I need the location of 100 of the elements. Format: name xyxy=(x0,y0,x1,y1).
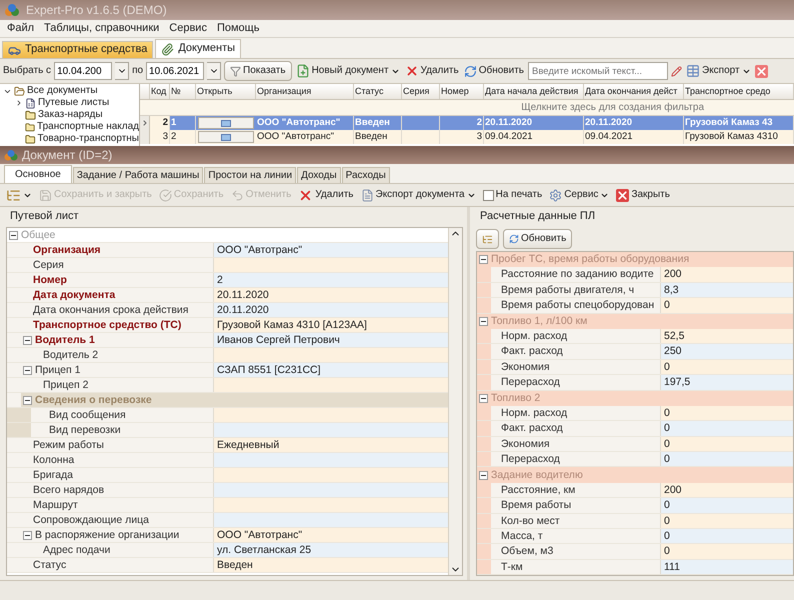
export-button[interactable]: Экспорт документа xyxy=(360,185,477,205)
collapse-icon[interactable] xyxy=(479,255,488,264)
collapse-icon[interactable] xyxy=(23,336,32,344)
column-header[interactable]: Транспортное средо xyxy=(684,84,794,99)
value-field[interactable]: 111 xyxy=(661,560,793,574)
column-header[interactable]: Дата начала действия xyxy=(484,84,584,99)
show-button[interactable]: Показать xyxy=(224,61,292,81)
open-button[interactable] xyxy=(198,117,254,129)
checkbox[interactable] xyxy=(482,190,494,200)
expand-icon[interactable] xyxy=(15,99,23,107)
value-field[interactable] xyxy=(214,483,448,497)
value-field[interactable] xyxy=(214,468,448,482)
table-row[interactable]: 2 1 ООО "Автотранс" Введен 2 20.11.2020 20.11.2020 Грузовой Камаз 43 xyxy=(140,116,794,130)
tab[interactable]: Основное xyxy=(4,165,72,183)
tree-item[interactable]: Транспортные наклад xyxy=(37,121,139,133)
value-field[interactable] xyxy=(214,258,448,272)
menu-item[interactable]: Файл xyxy=(2,22,40,36)
menu-item[interactable]: Помощь xyxy=(212,22,264,36)
value-field[interactable]: Введен xyxy=(214,558,448,572)
value-field[interactable]: 0 xyxy=(661,529,793,544)
column-header[interactable]: Дата окончания дейст xyxy=(584,84,684,99)
delete-button[interactable]: Удалить xyxy=(404,61,460,81)
filter-row[interactable]: Щелкните здесь для создания фильтра xyxy=(140,100,794,116)
search-field[interactable]: Введите искомый текст... xyxy=(528,62,668,80)
date-field[interactable]: 10.04.200 xyxy=(54,62,112,80)
menu-item[interactable]: Таблицы, справочники xyxy=(39,22,164,36)
column-header[interactable]: Статус xyxy=(354,84,402,99)
service-button[interactable]: Сервис xyxy=(548,185,610,205)
collapse-icon[interactable] xyxy=(479,316,488,326)
value-field[interactable]: Грузовой Камаз 4310 [А123АА] xyxy=(214,318,448,332)
tree-button[interactable] xyxy=(476,229,499,249)
collapse-icon[interactable] xyxy=(479,470,488,480)
row-marker[interactable] xyxy=(140,116,150,130)
value-field[interactable]: 200 xyxy=(661,482,793,498)
scrollbar[interactable] xyxy=(448,228,462,575)
tab[interactable]: Документы xyxy=(155,39,242,58)
value-field[interactable]: 197,5 xyxy=(661,375,793,390)
column-header[interactable]: Номер xyxy=(440,84,484,99)
tree-item[interactable]: Путевые листы xyxy=(38,97,110,109)
table-row[interactable]: 3 2 ООО "Автотранс" Введен 3 09.04.2021 09.04.2021 Грузовой Камаз 4310 xyxy=(140,130,794,144)
open-button[interactable] xyxy=(198,131,254,143)
value-field[interactable] xyxy=(214,423,448,437)
tab[interactable]: Задание / Работа машины xyxy=(72,167,204,183)
value-field[interactable]: ООО "Автотранс" xyxy=(214,243,448,257)
tab[interactable]: Доходы xyxy=(297,167,341,183)
column-header[interactable]: № xyxy=(170,84,196,99)
date-field[interactable]: 10.06.2021 xyxy=(146,62,204,80)
collapse-icon[interactable] xyxy=(23,396,32,404)
tree-item[interactable]: Все документы xyxy=(27,85,98,97)
value-field[interactable]: 8,3 xyxy=(661,282,793,298)
export-button[interactable]: Экспорт xyxy=(685,61,752,81)
value-field[interactable]: Ежедневный xyxy=(214,438,448,452)
value-field[interactable]: СЗАП 8551 [С231СС] xyxy=(214,363,448,377)
value-field[interactable]: 0 xyxy=(661,544,793,559)
row-marker[interactable] xyxy=(140,130,150,144)
menu-item[interactable]: Сервис xyxy=(164,22,212,36)
value-field[interactable]: Иванов Сергей Петрович xyxy=(214,333,448,347)
value-field[interactable]: 0 xyxy=(661,436,793,452)
value-field[interactable]: 0 xyxy=(661,298,793,313)
column-header[interactable]: Серия xyxy=(402,84,440,99)
value-field[interactable] xyxy=(214,408,448,422)
new-document-button[interactable]: Новый документ xyxy=(294,61,401,81)
value-field[interactable] xyxy=(214,348,448,362)
value-field[interactable] xyxy=(214,498,448,512)
close-icon[interactable] xyxy=(754,64,768,78)
value-field[interactable] xyxy=(214,513,448,527)
value-field[interactable]: 2 xyxy=(214,273,448,287)
column-header[interactable]: Организация xyxy=(256,84,354,99)
print-checkbox[interactable]: На печать xyxy=(482,185,544,205)
close-button[interactable]: Закрыть xyxy=(615,185,671,205)
pencil-icon[interactable] xyxy=(671,66,682,76)
value-field[interactable]: 0 xyxy=(661,498,793,513)
value-field[interactable]: 0 xyxy=(661,360,793,374)
value-field[interactable]: 250 xyxy=(661,344,793,359)
value-field[interactable]: 0 xyxy=(661,514,793,528)
value-field[interactable] xyxy=(214,453,448,467)
value-field[interactable] xyxy=(214,378,448,392)
value-field[interactable]: 200 xyxy=(661,267,793,282)
dropdown-button[interactable] xyxy=(115,62,130,80)
column-header[interactable]: Код xyxy=(150,84,170,99)
refresh-button[interactable]: Обновить xyxy=(462,61,525,81)
column-header[interactable]: Открыть xyxy=(196,84,256,99)
tree-item[interactable]: Заказ-наряды xyxy=(38,109,103,121)
value-field[interactable]: ул. Светланская 25 xyxy=(214,543,448,557)
collapse-icon[interactable] xyxy=(23,530,32,540)
tree-item[interactable]: Товарно-транспортны xyxy=(38,133,139,145)
delete-button[interactable]: Удалить xyxy=(297,185,354,205)
collapse-icon[interactable] xyxy=(23,366,32,374)
value-field[interactable]: 0 xyxy=(661,406,793,420)
collapse-icon[interactable] xyxy=(9,230,18,240)
tab[interactable]: Простои на линии xyxy=(204,167,296,183)
value-field[interactable]: 52,5 xyxy=(661,328,793,344)
collapse-icon[interactable] xyxy=(479,394,488,403)
value-field[interactable]: ООО "Автотранс" xyxy=(214,528,448,542)
dropdown-button[interactable] xyxy=(207,62,222,80)
tab[interactable]: Транспортные средства xyxy=(2,41,154,58)
value-field[interactable]: 20.11.2020 xyxy=(214,288,448,302)
value-field[interactable]: 20.11.2020 xyxy=(214,303,448,317)
value-field[interactable]: 0 xyxy=(661,421,793,436)
refresh-button[interactable]: Обновить xyxy=(503,229,572,249)
